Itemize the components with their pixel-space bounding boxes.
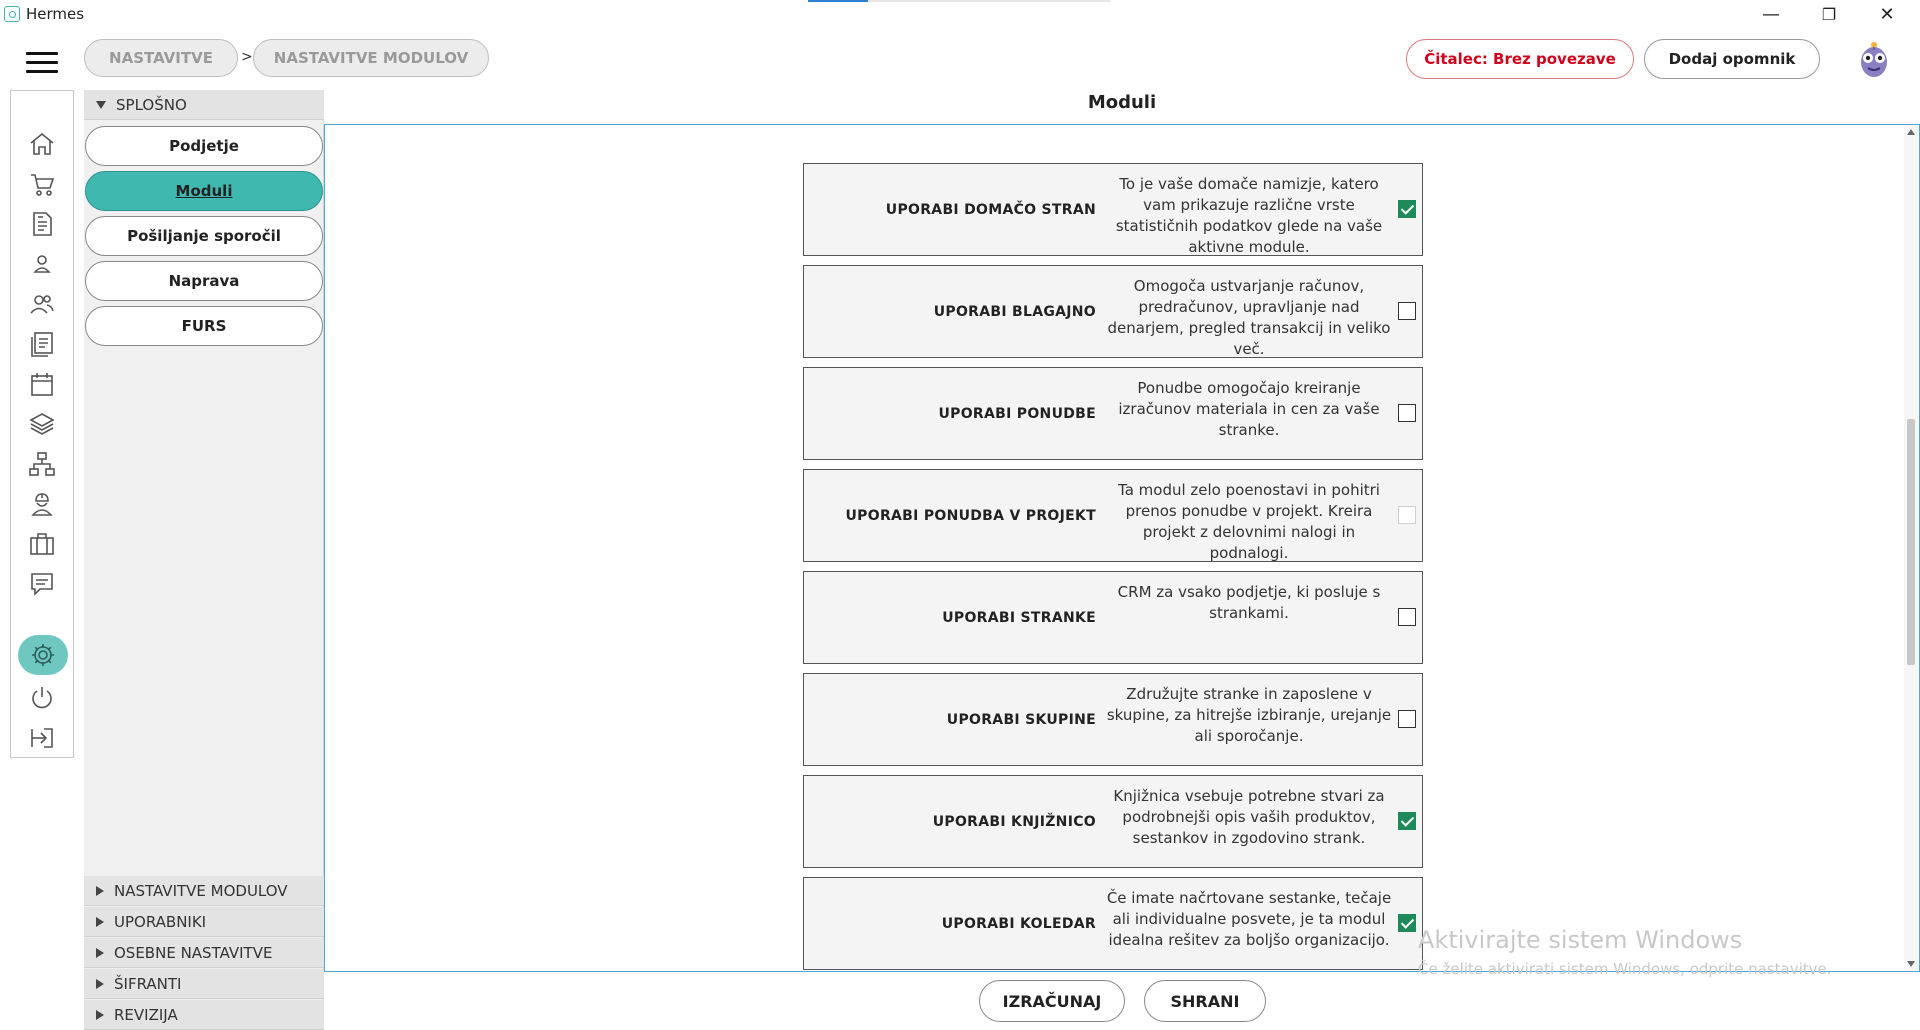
section-general-label: SPLOŠNO: [116, 95, 187, 114]
module-checkbox[interactable]: [1398, 608, 1416, 626]
logout-icon[interactable]: [25, 721, 59, 755]
module-checkbox[interactable]: [1398, 404, 1416, 422]
expand-icon: [96, 978, 104, 989]
module-description: Ponudbe omogočajo kreiranje izračunov ma…: [1118, 379, 1380, 439]
module-description: To je vaše domače namizje, katero vam pr…: [1115, 175, 1383, 256]
gear-icon[interactable]: [18, 635, 68, 675]
module-description: Omogoča ustvarjanje računov, predračunov…: [1107, 277, 1391, 358]
modules-panel: UPORABI DOMAČO STRAN To je vaše domače n…: [324, 124, 1920, 972]
module-row: UPORABI PONUDBA V PROJEKT Ta modul zelo …: [803, 469, 1423, 562]
nav-messaging[interactable]: Pošiljanje sporočil: [85, 216, 323, 256]
module-row: UPORABI PONUDBE Ponudbe omogočajo kreira…: [803, 367, 1423, 460]
module-label: UPORABI DOMAČO STRAN: [885, 201, 1096, 218]
briefcase-icon[interactable]: [25, 527, 59, 561]
module-label: UPORABI KNJIŽNICO: [932, 813, 1096, 830]
module-label: UPORABI PONUDBE: [938, 405, 1096, 422]
section-label: ŠIFRANTI: [114, 974, 182, 993]
app-logo-icon: [4, 6, 20, 22]
module-label: UPORABI BLAGAJNO: [933, 303, 1096, 320]
expand-icon: [96, 885, 104, 896]
module-row: UPORABI DOMAČO STRAN To je vaše domače n…: [803, 163, 1423, 256]
icon-rail: [10, 90, 74, 758]
avatar[interactable]: [1856, 38, 1892, 80]
menu-icon[interactable]: [26, 52, 58, 74]
expand-icon: [96, 1009, 104, 1020]
section-label: REVIZIJA: [114, 1005, 178, 1024]
module-checkbox[interactable]: [1398, 200, 1416, 218]
scrollbar[interactable]: [1904, 125, 1918, 971]
cart-icon[interactable]: [25, 167, 59, 201]
nav-modules[interactable]: Moduli: [85, 171, 323, 211]
module-description: Če imate načrtovane sestanke, tečaje ali…: [1106, 889, 1392, 949]
layers-icon[interactable]: [25, 407, 59, 441]
section-module-settings[interactable]: NASTAVITVE MODULOV: [84, 876, 324, 906]
scroll-down-icon[interactable]: [1907, 961, 1915, 967]
breadcrumb-module-settings[interactable]: NASTAVITVE MODULOV: [253, 39, 489, 77]
title-bar: Hermes — ❐ ✕: [0, 0, 1920, 28]
app-title: Hermes: [26, 5, 85, 23]
module-checkbox[interactable]: [1398, 302, 1416, 320]
chat-icon[interactable]: [25, 567, 59, 601]
section-label: OSEBNE NASTAVITVE: [114, 943, 273, 962]
section-audit[interactable]: REVIZIJA: [84, 1000, 324, 1030]
breadcrumb-settings[interactable]: NASTAVITVE: [84, 39, 238, 77]
module-label: UPORABI SKUPINE: [946, 711, 1096, 728]
module-row: UPORABI BLAGAJNO Omogoča ustvarjanje rač…: [803, 265, 1423, 358]
scroll-up-icon[interactable]: [1907, 129, 1915, 135]
module-label: UPORABI PONUDBA V PROJEKT: [845, 507, 1096, 524]
section-codebooks[interactable]: ŠIFRANTI: [84, 969, 324, 999]
section-label: UPORABNIKI: [114, 912, 207, 931]
home-icon[interactable]: [25, 127, 59, 161]
module-row: UPORABI KNJIŽNICO Knjižnica vsebuje potr…: [803, 775, 1423, 868]
minimize-button[interactable]: —: [1742, 0, 1800, 28]
activation-watermark-text: Če želite aktivirati sistem Windows, odp…: [1418, 960, 1832, 978]
module-row: UPORABI SKUPINE Združujte stranke in zap…: [803, 673, 1423, 766]
module-row: UPORABI KOLEDAR Če imate načrtovane sest…: [803, 877, 1423, 970]
module-checkbox[interactable]: [1398, 914, 1416, 932]
nav-device[interactable]: Naprava: [85, 261, 323, 301]
power-icon[interactable]: [25, 681, 59, 715]
reader-status-button[interactable]: Čitalec: Brez povezave: [1406, 39, 1634, 79]
section-general[interactable]: SPLOŠNO: [84, 90, 324, 120]
breadcrumb-separator: >: [241, 49, 253, 65]
module-checkbox[interactable]: [1398, 812, 1416, 830]
users-icon[interactable]: [25, 287, 59, 321]
module-checkbox[interactable]: [1398, 710, 1416, 728]
nav-furs[interactable]: FURS: [85, 306, 323, 346]
document-icon[interactable]: [25, 207, 59, 241]
nav-company[interactable]: Podjetje: [85, 126, 323, 166]
collapse-icon: [96, 100, 106, 109]
title-accent: [808, 0, 868, 2]
settings-nav: SPLOŠNO Podjetje Moduli Pošiljanje sporo…: [84, 90, 324, 1030]
module-description: Ta modul zelo poenostavi in pohitri pren…: [1118, 481, 1380, 562]
section-personal-settings[interactable]: OSEBNE NASTAVITVE: [84, 938, 324, 968]
worker-icon[interactable]: [25, 487, 59, 521]
restore-button[interactable]: ❐: [1800, 0, 1858, 28]
notes-icon[interactable]: [25, 327, 59, 361]
save-button[interactable]: SHRANI: [1144, 980, 1266, 1022]
module-checkbox: [1398, 506, 1416, 524]
add-reminder-button[interactable]: Dodaj opomnik: [1644, 39, 1820, 79]
page-title: Moduli: [1087, 92, 1157, 113]
module-description: Knjižnica vsebuje potrebne stvari za pod…: [1113, 787, 1385, 847]
expand-icon: [96, 947, 104, 958]
module-description: CRM za vsako podjetje, ki posluje s stra…: [1117, 583, 1381, 622]
user-icon[interactable]: [25, 247, 59, 281]
hierarchy-icon[interactable]: [25, 447, 59, 481]
module-description: Združujte stranke in zaposlene v skupine…: [1106, 685, 1392, 745]
module-label: UPORABI KOLEDAR: [941, 915, 1096, 932]
title-accent-track: [868, 0, 1110, 2]
module-row: UPORABI STRANKE CRM za vsako podjetje, k…: [803, 571, 1423, 664]
activation-watermark-title: Aktivirajte sistem Windows: [1418, 926, 1743, 954]
section-label: NASTAVITVE MODULOV: [114, 881, 288, 900]
expand-icon: [96, 916, 104, 927]
module-label: UPORABI STRANKE: [942, 609, 1096, 626]
scroll-thumb[interactable]: [1907, 419, 1915, 665]
calculate-button[interactable]: IZRAČUNAJ: [979, 980, 1125, 1022]
section-users[interactable]: UPORABNIKI: [84, 907, 324, 937]
calendar-icon[interactable]: [25, 367, 59, 401]
close-button[interactable]: ✕: [1858, 0, 1916, 28]
